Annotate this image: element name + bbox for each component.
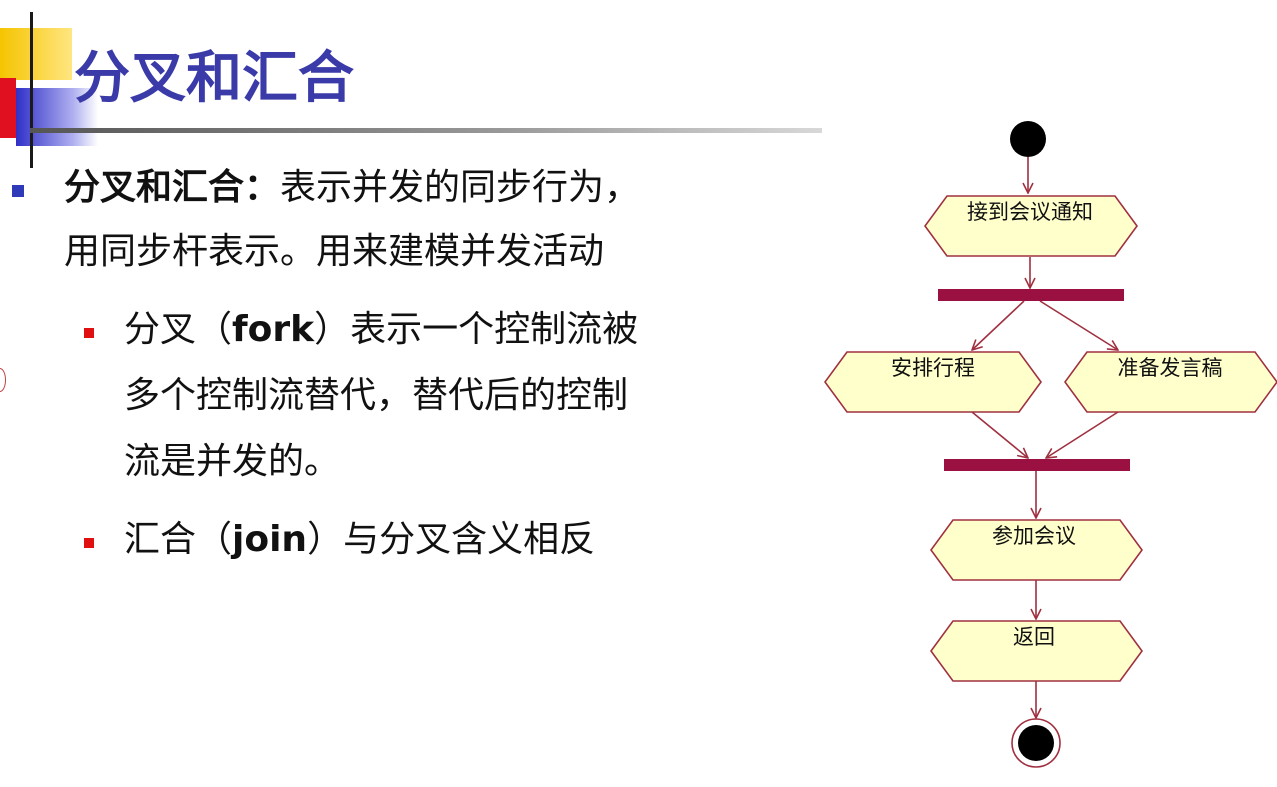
arrow-schedule-to-join <box>971 411 1028 458</box>
activity-label-schedule-trip: 安排行程 <box>891 356 975 380</box>
initial-node <box>1010 121 1046 157</box>
activity-label-prepare-speech: 准备发言稿 <box>1118 356 1223 380</box>
activity-diagram: 接到会议通知 安排行程 准备发言稿 参加会议 返回 <box>824 121 1277 768</box>
activity-label-attend-meeting: 参加会议 <box>992 524 1076 548</box>
fork-bar <box>938 289 1124 301</box>
arrow-fork-to-draft <box>1039 300 1118 350</box>
activity-label-return: 返回 <box>1013 625 1055 649</box>
final-node <box>1018 725 1054 761</box>
arrow-fork-to-schedule <box>972 300 1025 350</box>
arrow-draft-to-join <box>1046 411 1119 458</box>
join-bar <box>944 459 1130 471</box>
activity-label-receive-notice: 接到会议通知 <box>967 200 1093 224</box>
